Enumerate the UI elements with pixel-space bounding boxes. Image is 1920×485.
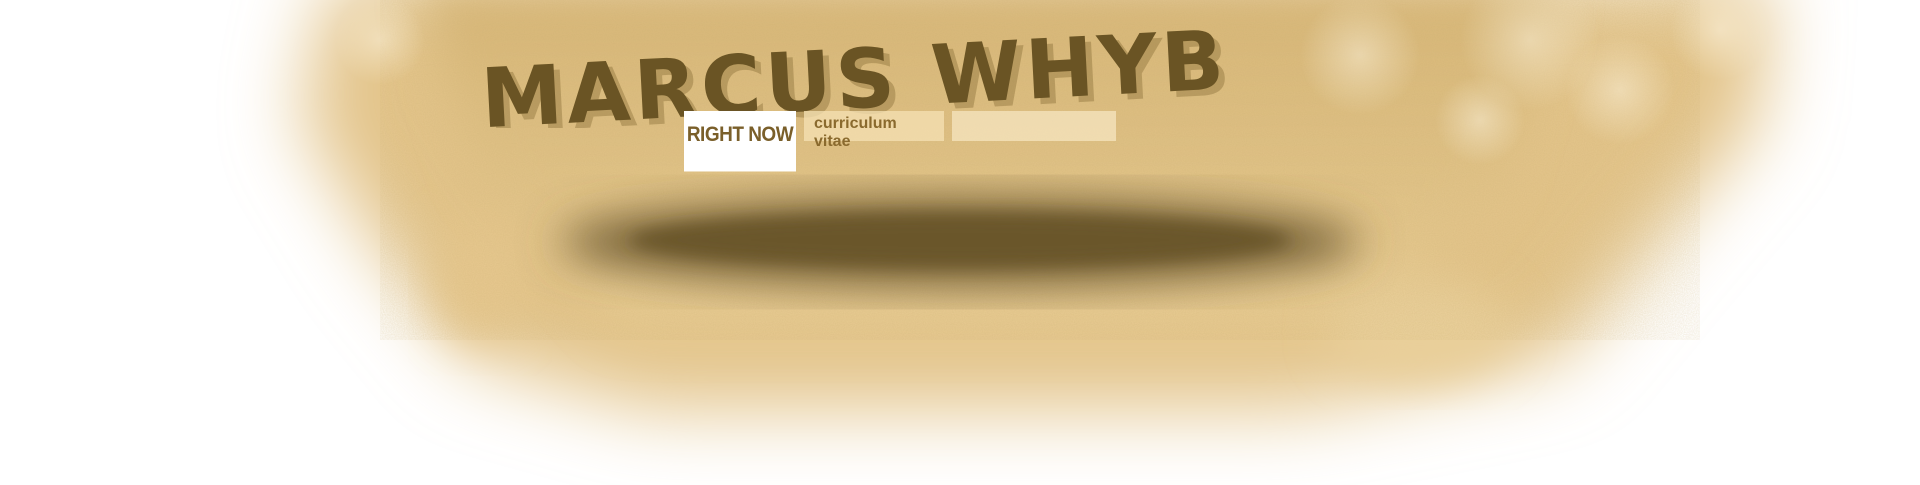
- nav-item-right-now[interactable]: RIGHT NOW: [684, 111, 796, 172]
- page: MARCUS WHYBROW MARCUS WHYBROW RIGHT NOW …: [0, 0, 1920, 485]
- nav-item-label: curriculum vitae: [814, 115, 897, 150]
- site-logo[interactable]: MARCUS WHYBROW MARCUS WHYBROW: [470, 8, 1230, 128]
- main-nav: RIGHT NOW curriculum vitae: [684, 111, 1116, 172]
- nav-item-label: RIGHT NOW: [686, 123, 794, 147]
- nav-item-curriculum-vitae[interactable]: curriculum vitae: [804, 111, 944, 150]
- nav-item-blank[interactable]: [952, 111, 1116, 141]
- site-title: MARCUS WHYBROW: [479, 8, 1230, 128]
